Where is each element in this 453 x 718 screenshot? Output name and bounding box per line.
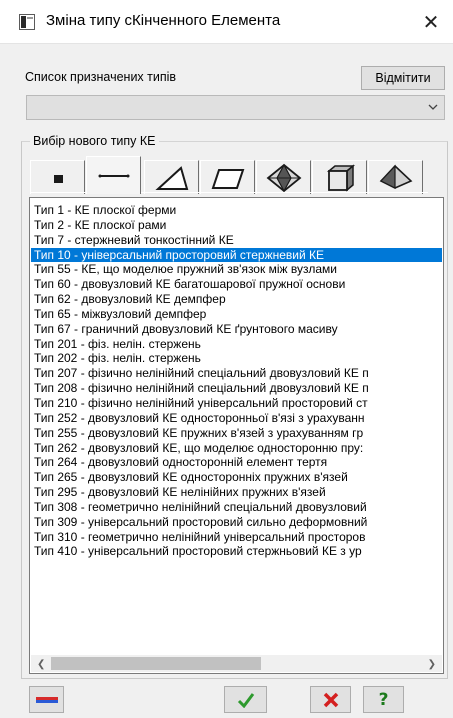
scroll-left-icon[interactable]: ❮ [37, 659, 45, 670]
tetrahedron-element-icon [379, 163, 412, 189]
list-item[interactable]: Тип 252 - двовузловий КЕ односторонньої … [31, 411, 442, 426]
tab-filled-square[interactable] [30, 160, 85, 194]
tab-bar-element[interactable] [86, 156, 141, 194]
window-title: Зміна типу сКінченного Елемента [46, 12, 281, 29]
filled-square-icon [53, 174, 63, 183]
list-item[interactable]: Тип 201 - фіз. нелін. стержень [31, 337, 442, 352]
triangle-element-icon [154, 165, 188, 190]
chevron-down-icon [428, 104, 438, 110]
element-type-rows: Тип 1 - КЕ плоскої ферми Тип 2 - КЕ плоск… [31, 203, 442, 559]
ok-check-icon [237, 692, 254, 708]
help-question-icon: ? [378, 689, 389, 710]
bar-element-icon [98, 174, 129, 177]
list-item[interactable]: Тип 264 - двовузловий односторонній елем… [31, 455, 442, 470]
list-item[interactable]: Тип 309 - універсальний просторовий силь… [31, 515, 442, 530]
app-window-icon [19, 14, 35, 30]
help-button[interactable]: ? [363, 686, 404, 713]
octahedron-element-icon [266, 163, 301, 192]
list-item[interactable]: Тип 67 - граничний двовузловий КЕ ґрунто… [31, 322, 442, 337]
assigned-types-label: Список призначених типів [25, 70, 177, 84]
title-bar: Зміна типу сКінченного Елемента ✕ [0, 0, 453, 44]
list-item[interactable]: Тип 265 - двовузловий КЕ односторонніх п… [31, 470, 442, 485]
assigned-types-combo[interactable] [26, 95, 445, 120]
tab-octahedron-element[interactable] [256, 160, 311, 194]
parallelogram-element-icon [211, 168, 244, 189]
list-item[interactable]: Тип 295 - двовузловий КЕ нелінійних пруж… [31, 485, 442, 500]
unmark-button[interactable]: Відмітити [361, 66, 445, 90]
list-item[interactable]: Тип 410 - універсальний просторовий стер… [31, 544, 442, 559]
list-item[interactable]: Тип 208 - фізично нелінійний спеціальний… [31, 381, 442, 396]
list-item[interactable]: Тип 2 - КЕ плоскої рами [31, 218, 442, 233]
list-item[interactable]: Тип 308 - геометрично нелінійний спеціал… [31, 500, 442, 515]
close-button[interactable]: ✕ [409, 0, 453, 44]
new-type-label: Вибір нового типу КЕ [30, 134, 159, 148]
list-item[interactable]: Тип 210 - фізично нелінійний універсальн… [31, 396, 442, 411]
tab-triangle-element[interactable] [144, 160, 199, 194]
tab-parallelogram-element[interactable] [200, 160, 255, 194]
close-icon: ✕ [422, 11, 440, 34]
element-type-list[interactable]: Тип 1 - КЕ плоскої ферми Тип 2 - КЕ плоск… [29, 197, 444, 674]
cancel-button[interactable] [310, 686, 351, 713]
list-item[interactable]: Тип 255 - двовузловий КЕ пружних в'язей … [31, 426, 442, 441]
cube-element-icon [326, 163, 355, 192]
tab-tetrahedron-element[interactable] [368, 160, 423, 194]
horizontal-scrollbar[interactable]: ❮ ❯ [31, 655, 442, 672]
list-item[interactable]: Тип 65 - міжвузловий демпфер [31, 307, 442, 322]
ok-button[interactable] [224, 686, 267, 713]
scroll-right-icon[interactable]: ❯ [428, 659, 436, 670]
list-item[interactable]: Тип 310 - геометрично нелінійний універс… [31, 530, 442, 545]
ruler-icon [35, 696, 58, 703]
list-item[interactable]: Тип 207 - фізично нелінійний спеціальний… [31, 366, 442, 381]
list-item[interactable]: Тип 262 - двовузловий КЕ, що моделює одн… [31, 441, 442, 456]
list-item[interactable]: Тип 10 - універсальний просторовий стерж… [31, 247, 442, 263]
cancel-x-icon [323, 692, 338, 707]
list-item[interactable]: Тип 1 - КЕ плоскої ферми [31, 203, 442, 218]
list-item[interactable]: Тип 202 - фіз. нелін. стержень [31, 351, 442, 366]
list-item[interactable]: Тип 55 - КЕ, що моделюе пружний зв'язок … [31, 262, 442, 277]
list-item[interactable]: Тип 7 - стержневий тонкостінний КЕ [31, 233, 442, 248]
list-item[interactable]: Тип 60 - двовузловий КЕ багатошарової пр… [31, 277, 442, 292]
ruler-button[interactable] [29, 686, 64, 713]
list-item[interactable]: Тип 62 - двовузловий КЕ демпфер [31, 292, 442, 307]
scrollbar-thumb[interactable] [51, 657, 261, 670]
tab-cube-element[interactable] [312, 160, 367, 194]
